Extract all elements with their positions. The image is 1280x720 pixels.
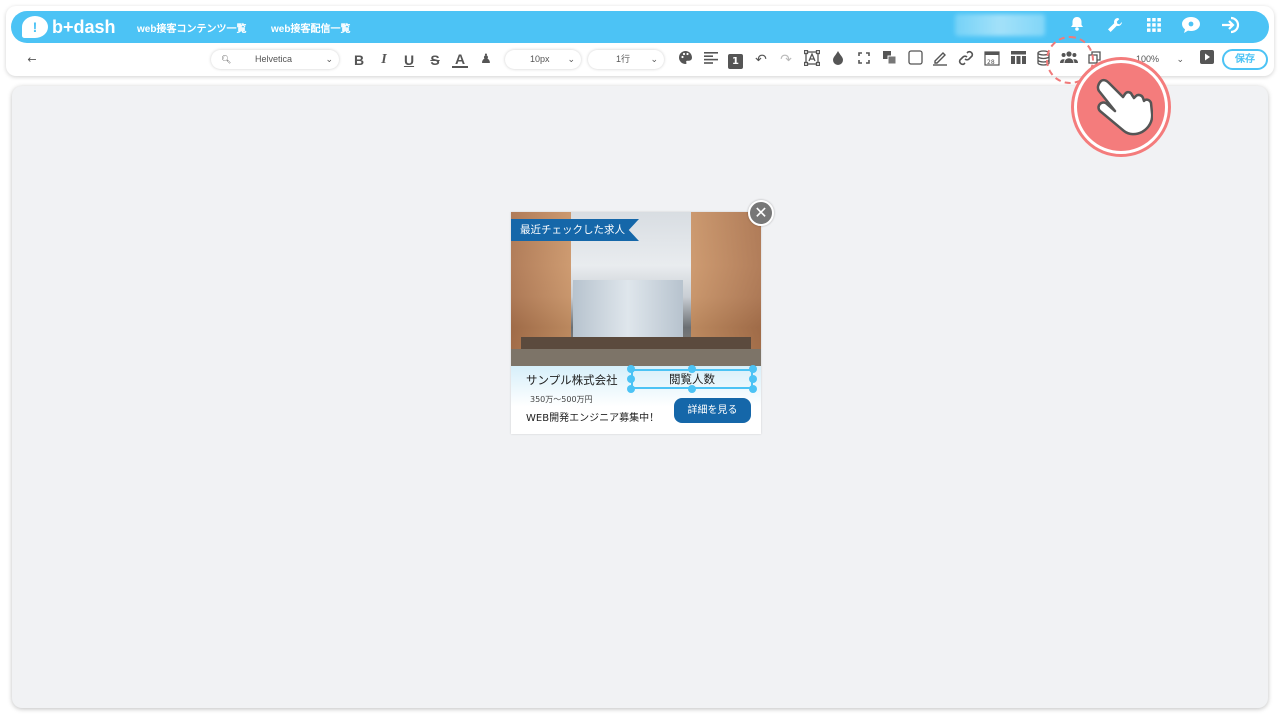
redo-icon[interactable]: ↷ [777, 50, 795, 70]
resize-handle[interactable] [749, 375, 757, 383]
undo-icon[interactable]: ↶ [752, 50, 770, 70]
font-family-select[interactable]: 🔍︎ Helvetica ⌄ [211, 50, 339, 69]
link-icon[interactable] [957, 50, 975, 70]
underline-icon[interactable]: U [401, 50, 417, 70]
chevron-down-icon: ⌄ [567, 54, 575, 64]
blurred-account-name [955, 14, 1045, 36]
preview-play-icon[interactable] [1199, 50, 1215, 70]
banner-ribbon-title: 最近チェックした求人 [511, 219, 639, 241]
nav-link-delivery[interactable]: web接客配信一覧 [271, 20, 350, 35]
nav-link-contents[interactable]: web接客コンテンツ一覧 [137, 20, 246, 35]
back-arrow-icon[interactable]: ← [24, 50, 40, 70]
resize-handle[interactable] [688, 365, 696, 373]
search-icon: 🔍︎ [221, 55, 232, 64]
italic-icon[interactable]: I [376, 50, 392, 70]
text-color-icon[interactable]: A [452, 50, 468, 68]
bell-icon[interactable] [1066, 16, 1088, 38]
font-family-value: Helvetica [255, 54, 293, 64]
table-icon[interactable] [1009, 50, 1027, 70]
wrench-icon[interactable] [1104, 16, 1126, 38]
bold-icon[interactable]: B [351, 50, 367, 70]
apps-grid-icon[interactable] [1143, 16, 1165, 38]
font-size-value: 10px [530, 54, 550, 64]
account-icon[interactable] [1180, 16, 1202, 38]
logout-icon[interactable] [1219, 16, 1241, 38]
close-icon[interactable]: ✕ [748, 200, 774, 226]
highlight-icon[interactable]: ♟ [478, 50, 494, 70]
opacity-drop-icon[interactable] [829, 50, 847, 70]
company-name: サンプル株式会社 [526, 373, 618, 387]
pen-icon[interactable] [931, 50, 949, 70]
text-box-icon[interactable] [803, 49, 821, 70]
app-logo[interactable]: ! b+dash [22, 14, 116, 40]
logo-bubble-icon: ! [22, 16, 48, 38]
pointing-hand-icon [1074, 60, 1168, 154]
logo-text: b+dash [52, 16, 116, 37]
border-box-icon[interactable] [906, 50, 924, 70]
calendar-icon[interactable]: 28 [983, 50, 1001, 70]
job-title: WEB開発エンジニア募集中！ [526, 413, 660, 424]
align-left-icon[interactable] [702, 50, 720, 70]
chevron-down-icon: ⌄ [1176, 54, 1184, 64]
line-height-value: 1行 [616, 54, 631, 64]
resize-handle[interactable] [627, 385, 635, 393]
palette-icon[interactable] [676, 50, 694, 70]
fullscreen-icon[interactable] [855, 50, 873, 70]
resize-handle[interactable] [688, 385, 696, 393]
resize-handle[interactable] [749, 385, 757, 393]
strikethrough-icon[interactable]: S [427, 50, 443, 70]
resize-handle[interactable] [749, 365, 757, 373]
recently-viewed-jobs-banner[interactable]: 最近チェックした求人 サンプル株式会社 350万～500万円 WEB開発エンジニ… [511, 212, 761, 434]
font-size-select[interactable]: 10px ⌄ [505, 50, 581, 69]
line-height-select[interactable]: 1行 ⌄ [588, 50, 664, 69]
salary-range: 350万～500万円 [530, 395, 593, 404]
chevron-down-icon: ⌄ [650, 54, 658, 64]
view-details-button[interactable]: 詳細を見る [674, 398, 751, 423]
layer-number-badge[interactable]: 1 [727, 50, 744, 70]
resize-handle[interactable] [627, 375, 635, 383]
save-button[interactable]: 保存 [1222, 49, 1268, 70]
chevron-down-icon: ⌄ [325, 54, 333, 64]
arrange-layers-icon[interactable] [880, 50, 898, 70]
resize-handle[interactable] [627, 365, 635, 373]
